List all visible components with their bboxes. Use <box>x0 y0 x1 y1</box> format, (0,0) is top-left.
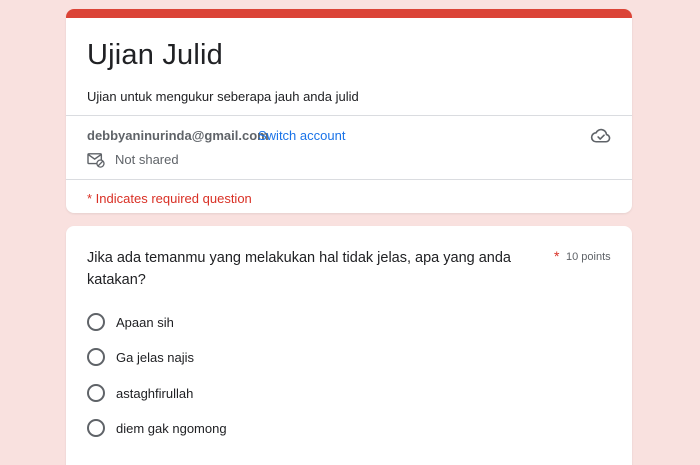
radio-button[interactable] <box>87 313 105 331</box>
option-ga-jelas-najis[interactable]: Ga jelas najis <box>87 346 387 368</box>
option-label: astaghfirullah <box>116 385 194 401</box>
header-accent-bar <box>66 9 632 18</box>
option-astaghfirullah[interactable]: astaghfirullah <box>87 382 387 404</box>
required-star: * <box>554 248 560 264</box>
form-description: Ujian untuk mengukur seberapa jauh anda … <box>87 89 359 104</box>
sharing-status: Not shared <box>115 152 179 167</box>
radio-button[interactable] <box>87 384 105 402</box>
question-points: 10 points <box>566 251 611 263</box>
cloud-done-icon <box>590 128 611 143</box>
divider <box>66 179 632 180</box>
question-card: Jika ada temanmu yang melakukan hal tida… <box>66 226 632 465</box>
form-header-card: Ujian Julid Ujian untuk mengukur seberap… <box>66 9 632 213</box>
option-label: Ga jelas najis <box>116 349 195 365</box>
mail-not-shared-icon <box>87 153 105 168</box>
switch-account-link[interactable]: Switch account <box>258 128 345 143</box>
divider <box>66 115 632 116</box>
account-email: debbyaninurinda@gmail.com <box>87 128 269 143</box>
form-title: Ujian Julid <box>87 39 223 71</box>
question-text: Jika ada temanmu yang melakukan hal tida… <box>87 250 511 288</box>
radio-button[interactable] <box>87 348 105 366</box>
option-label: Apaan sih <box>116 314 174 330</box>
required-note: * Indicates required question <box>87 191 252 206</box>
option-diem-gak-ngomong[interactable]: diem gak ngomong <box>87 417 387 439</box>
option-label: diem gak ngomong <box>116 420 227 436</box>
option-apaan-sih[interactable]: Apaan sih <box>87 311 387 333</box>
radio-button[interactable] <box>87 419 105 437</box>
